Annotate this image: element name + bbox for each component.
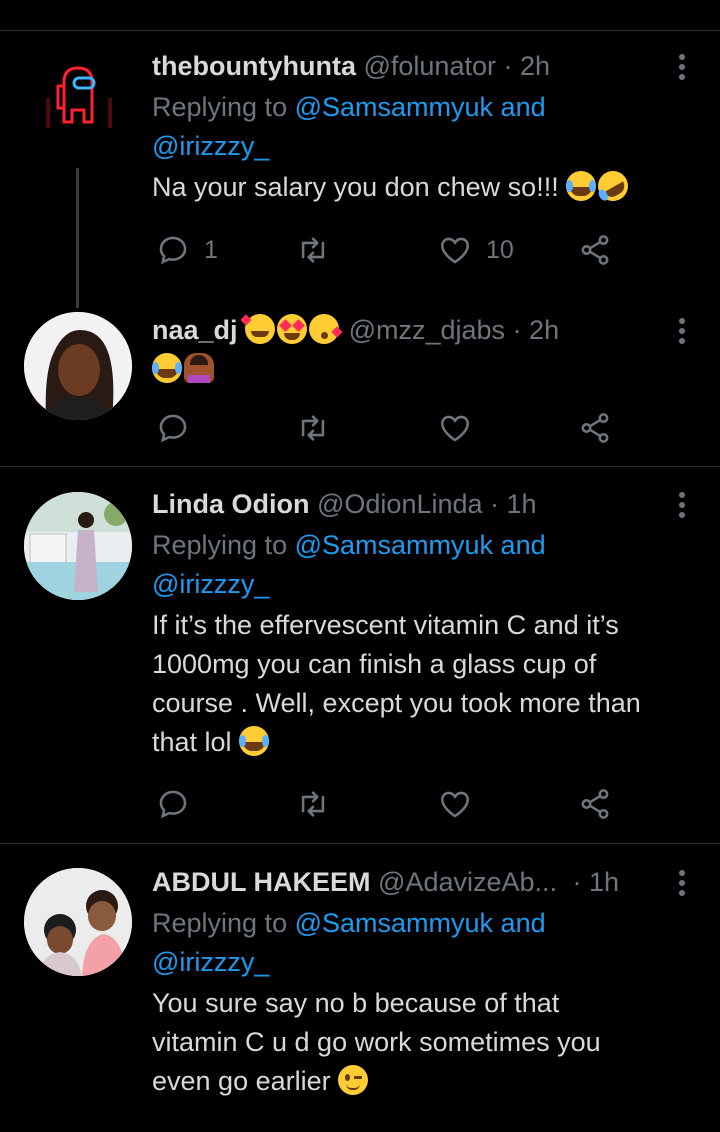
author-handle[interactable]: @folunator (363, 51, 495, 81)
tweet-text-line: You sure say no b because of that (152, 988, 560, 1018)
like-icon (440, 237, 470, 264)
share-button[interactable] (578, 784, 612, 824)
tweet-actions: 1 10 (152, 230, 622, 270)
among-us-avatar-icon (46, 66, 112, 128)
more-icon[interactable] (678, 492, 686, 522)
reply-count: 1 (204, 235, 218, 264)
replying-user[interactable]: @irizzzy_ (152, 947, 269, 977)
like-icon (440, 415, 470, 442)
avatar[interactable] (24, 312, 132, 420)
tweet-time[interactable]: · 2h (503, 51, 550, 81)
reply-button[interactable] (156, 784, 190, 824)
share-icon (581, 789, 609, 819)
avatar[interactable] (24, 868, 132, 976)
like-icon (440, 791, 470, 818)
replying-label: Replying to (152, 530, 288, 560)
author-name[interactable]: ABDUL HAKEEM (152, 867, 371, 897)
share-icon (581, 235, 609, 265)
replying-label: Replying to (152, 92, 288, 122)
tweet-actions (152, 784, 622, 824)
replying-users[interactable]: @Samsammyuk and (295, 530, 546, 560)
tweet-header: thebountyhunta @folunator · 2h (152, 48, 680, 84)
user-photo-icon (24, 312, 132, 420)
tweet-text-line: 1000mg you can finish a glass cup of (152, 649, 597, 679)
author-handle[interactable]: @AdavizeAb... (378, 867, 557, 897)
joy-emoji-icon (152, 353, 182, 383)
tweet-time[interactable]: · 1h (490, 489, 537, 519)
share-button[interactable] (578, 408, 612, 448)
tweet-text-line: vitamin C u d go work sometimes you (152, 1027, 601, 1057)
replying-user[interactable]: @irizzzy_ (152, 131, 269, 161)
tweet-text-line: If it’s the effervescent vitamin C and i… (152, 610, 619, 640)
tweet-text-line: that lol (152, 727, 232, 757)
author-handle[interactable]: @mzz_djabs (349, 315, 505, 345)
replying-users[interactable]: @Samsammyuk and (295, 908, 546, 938)
avatar[interactable] (24, 492, 132, 600)
smiling-hearts-emoji-icon (240, 314, 276, 344)
tweet-text: You sure say no b because of that vitami… (152, 984, 680, 1101)
reply-icon (159, 414, 187, 443)
tweet-actions (152, 408, 622, 448)
tweet-time[interactable]: · 2h (513, 315, 560, 345)
heart-eyes-emoji-icon (277, 314, 308, 344)
tweet-separator (0, 466, 720, 467)
author-name[interactable]: naa_dj (152, 315, 238, 345)
reply-icon (159, 790, 187, 819)
author-name[interactable]: thebountyhunta (152, 51, 356, 81)
author-name[interactable]: Linda Odion (152, 489, 309, 519)
more-icon[interactable] (678, 318, 686, 348)
tweet-text-line: course . Well, except you took more than (152, 688, 641, 718)
tweet-text-line: even go earlier (152, 1066, 331, 1096)
tweet-time[interactable]: · 1h (573, 867, 620, 897)
replying-users[interactable]: @Samsammyuk and (295, 92, 546, 122)
tweet-header: naa_dj @mzz_djabs · 2h (152, 312, 680, 348)
share-button[interactable] (578, 230, 612, 270)
tweet-header: Linda Odion @OdionLinda · 1h (152, 486, 680, 522)
replying-user[interactable]: @irizzzy_ (152, 569, 269, 599)
joy-emoji-icon (566, 171, 597, 201)
rofl-emoji-icon (592, 165, 634, 207)
user-photo-icon (24, 868, 132, 976)
author-handle[interactable]: @OdionLinda (317, 489, 483, 519)
tweet-header: ABDUL HAKEEM @AdavizeAb... · 1h (152, 864, 680, 900)
tweet-text: Na your salary you don chew so!!! (152, 172, 559, 202)
user-photo-icon (24, 492, 132, 600)
top-separator (0, 30, 720, 31)
tweet-text: If it’s the effervescent vitamin C and i… (152, 606, 680, 762)
retweet-icon (301, 415, 325, 441)
like-button[interactable] (438, 408, 472, 448)
retweet-icon (301, 237, 325, 263)
wink-emoji-icon (338, 1065, 369, 1095)
replying-label: Replying to (152, 908, 288, 938)
kissing-heart-emoji-icon (309, 314, 343, 344)
retweet-icon (301, 791, 325, 817)
reply-icon (159, 236, 187, 265)
thread-line (76, 168, 79, 308)
like-button[interactable] (438, 784, 472, 824)
facepalm-emoji-icon (184, 353, 214, 383)
more-icon[interactable] (678, 54, 686, 84)
more-icon[interactable] (678, 870, 686, 900)
retweet-button[interactable] (296, 408, 330, 448)
avatar[interactable] (24, 48, 132, 156)
joy-emoji-icon (239, 726, 270, 756)
like-button[interactable]: 10 (438, 230, 514, 270)
retweet-button[interactable] (296, 230, 330, 270)
reply-button[interactable]: 1 (156, 230, 218, 270)
like-count: 10 (486, 235, 514, 264)
share-icon (581, 413, 609, 443)
reply-button[interactable] (156, 408, 190, 448)
tweet-separator (0, 843, 720, 844)
retweet-button[interactable] (296, 784, 330, 824)
